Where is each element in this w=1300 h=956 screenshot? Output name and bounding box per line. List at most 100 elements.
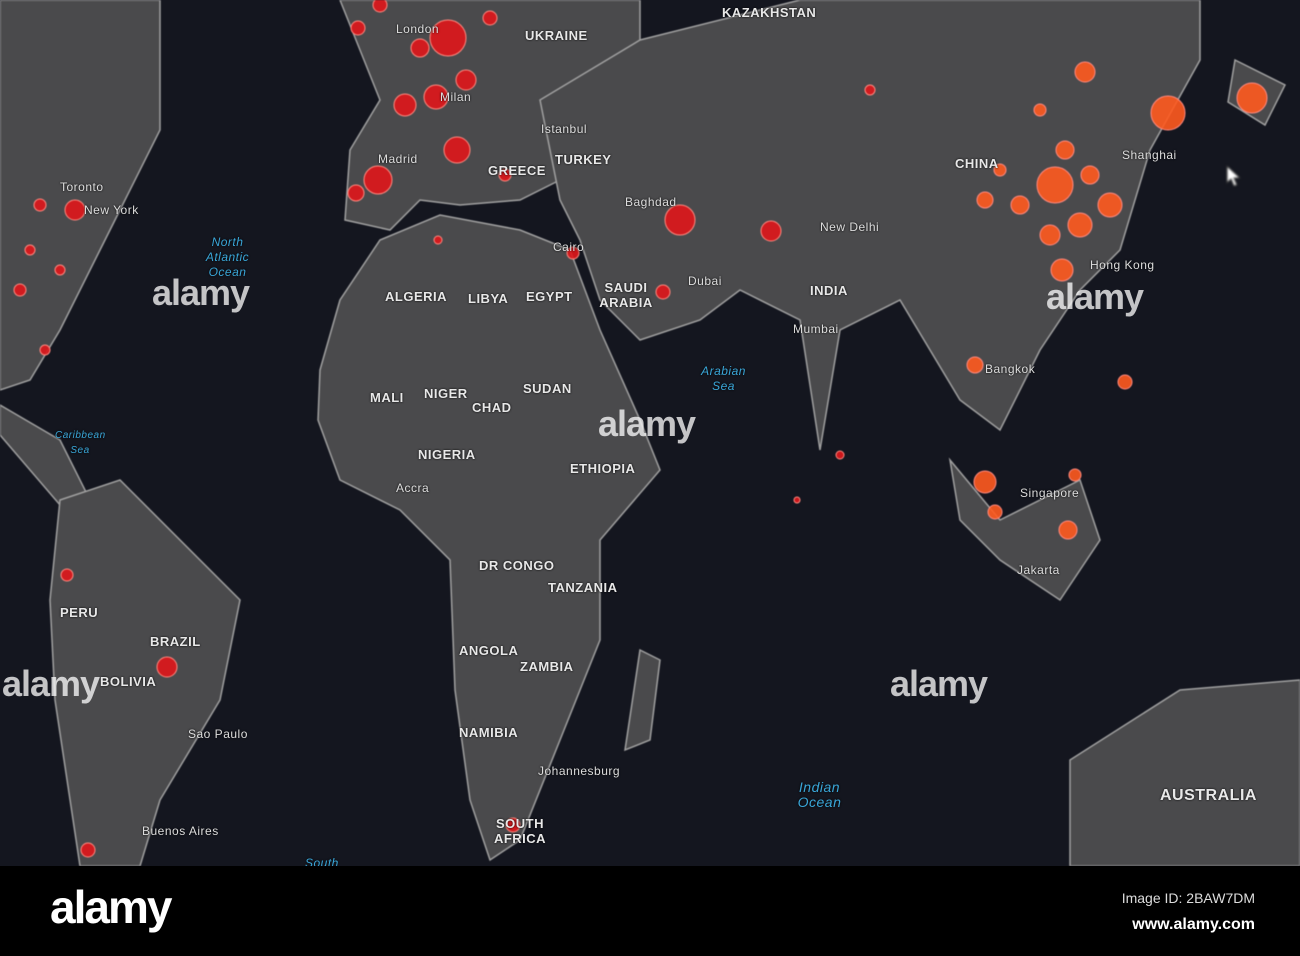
city-toronto: Toronto — [60, 180, 104, 194]
case-dot[interactable] — [1080, 165, 1100, 185]
case-dot[interactable] — [60, 568, 74, 582]
case-dot[interactable] — [835, 450, 845, 460]
watermark-footer: alamy Image ID: 2BAW7DM www.alamy.com — [0, 866, 1300, 956]
image-id: Image ID: 2BAW7DM — [1121, 890, 1255, 906]
city-buenos-aires: Buenos Aires — [142, 824, 219, 838]
case-dot[interactable] — [760, 220, 782, 242]
label-libya: LIBYA — [468, 291, 509, 306]
city-new-delhi: New Delhi — [820, 220, 880, 234]
city-johannesburg: Johannesburg — [538, 764, 621, 778]
case-dot[interactable] — [1039, 224, 1061, 246]
case-dot[interactable] — [655, 284, 671, 300]
label-angola: ANGOLA — [459, 643, 519, 658]
case-dot[interactable] — [1058, 520, 1078, 540]
label-chad: CHAD — [472, 400, 512, 415]
case-dot[interactable] — [393, 93, 417, 117]
city-accra: Accra — [396, 481, 430, 495]
city-hong-kong: Hong Kong — [1090, 258, 1155, 272]
case-dot[interactable] — [966, 356, 984, 374]
case-dot[interactable] — [864, 84, 876, 96]
land-madagascar — [624, 648, 661, 752]
label-brazil: BRAZIL — [150, 634, 201, 649]
case-dot[interactable] — [455, 69, 477, 91]
watermark: alamy — [2, 663, 100, 704]
ocean-arabian-sea: Arabian Sea — [701, 364, 746, 393]
city-jakarta: Jakarta — [1017, 563, 1060, 577]
case-dot[interactable] — [372, 0, 388, 13]
label-greece: GREECE — [488, 163, 546, 178]
label-nigeria: NIGERIA — [418, 447, 476, 462]
case-dot[interactable] — [973, 470, 997, 494]
case-dot[interactable] — [363, 165, 393, 195]
case-dot[interactable] — [1097, 192, 1123, 218]
label-china: CHINA — [955, 156, 999, 171]
watermark: alamy — [1046, 276, 1144, 317]
world-map[interactable]: KAZAKHSTAN UKRAINE TURKEY GREECE ALGERIA… — [0, 0, 1300, 870]
case-dot[interactable] — [1068, 468, 1082, 482]
label-australia: AUSTRALIA — [1160, 787, 1257, 804]
land-australia — [1069, 679, 1300, 866]
label-india: INDIA — [810, 283, 848, 298]
city-bangkok: Bangkok — [985, 362, 1036, 376]
label-mali: MALI — [370, 390, 404, 405]
case-dot[interactable] — [80, 842, 96, 858]
case-dot[interactable] — [13, 283, 27, 297]
city-istanbul: Istanbul — [541, 122, 588, 136]
label-namibia: NAMIBIA — [459, 725, 519, 740]
label-saudi-arabia: SAUDI ARABIA — [599, 280, 653, 310]
case-dot[interactable] — [1033, 103, 1047, 117]
city-new-york: New York — [84, 203, 139, 217]
label-egypt: EGYPT — [526, 289, 573, 304]
label-sudan: SUDAN — [523, 381, 572, 396]
case-dot[interactable] — [1074, 61, 1096, 83]
case-dot[interactable] — [664, 204, 696, 236]
website-url: www.alamy.com — [1132, 916, 1255, 933]
case-dot[interactable] — [24, 244, 36, 256]
case-dot[interactable] — [987, 504, 1003, 520]
city-sao-paulo: Sao Paulo — [188, 727, 248, 741]
watermark: alamy — [152, 272, 250, 313]
label-turkey: TURKEY — [555, 152, 612, 167]
city-baghdad: Baghdad — [625, 195, 677, 209]
case-dot[interactable] — [443, 136, 471, 164]
mouse-cursor-icon — [1226, 165, 1242, 187]
case-dot[interactable] — [347, 184, 365, 202]
city-shanghai: Shanghai — [1122, 148, 1177, 162]
land-north-america — [0, 0, 161, 391]
case-dot[interactable] — [156, 656, 178, 678]
case-dot[interactable] — [39, 344, 51, 356]
label-bolivia: BOLIVIA — [100, 674, 157, 689]
case-dot[interactable] — [1150, 95, 1186, 131]
case-dot[interactable] — [33, 198, 47, 212]
city-mumbai: Mumbai — [793, 322, 839, 336]
city-singapore: Singapore — [1020, 486, 1080, 500]
ocean-indian: Indian Ocean — [797, 779, 842, 810]
watermark: alamy — [890, 663, 988, 704]
case-dot[interactable] — [1236, 82, 1268, 114]
watermark: alamy — [598, 403, 696, 444]
label-south-africa: SOUTH AFRICA — [493, 816, 547, 846]
label-zambia: ZAMBIA — [520, 659, 574, 674]
label-tanzania: TANZANIA — [548, 580, 618, 595]
alamy-logo: alamy — [50, 881, 172, 933]
case-dot[interactable] — [1117, 374, 1133, 390]
case-dot[interactable] — [793, 496, 801, 504]
case-dot[interactable] — [64, 199, 86, 221]
label-peru: PERU — [60, 605, 99, 620]
ocean-caribbean-sea: Caribbean Sea — [55, 430, 106, 456]
city-milan: Milan — [440, 90, 472, 104]
case-dot[interactable] — [1010, 195, 1030, 215]
city-london: London — [396, 22, 440, 36]
case-dot[interactable] — [433, 235, 443, 245]
case-dot[interactable] — [1055, 140, 1075, 160]
case-dot[interactable] — [54, 264, 66, 276]
case-dot[interactable] — [350, 20, 366, 36]
city-cairo: Cairo — [553, 240, 585, 254]
case-dot[interactable] — [976, 191, 994, 209]
case-dot[interactable] — [410, 38, 430, 58]
case-dot[interactable] — [1067, 212, 1093, 238]
label-dr-congo: DR CONGO — [479, 558, 555, 573]
case-dot[interactable] — [1036, 166, 1074, 204]
label-ukraine: UKRAINE — [525, 28, 588, 43]
case-dot[interactable] — [482, 10, 498, 26]
